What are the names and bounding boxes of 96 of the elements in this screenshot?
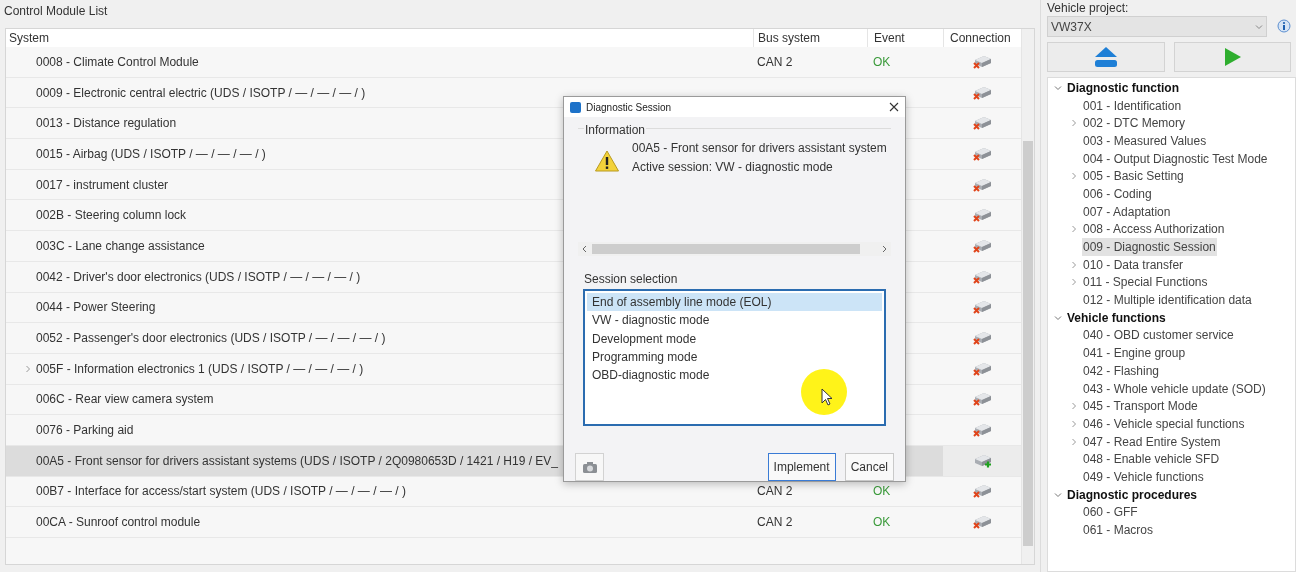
tree-item[interactable]: 046 - Vehicle special functions [1082,414,1246,433]
system-name[interactable]: 0042 - Driver's door electronics (UDS / ISOTP / — / — / — / ) [36,267,361,286]
system-name[interactable]: 00A5 - Front sensor for drivers assistant systems (UDS / ISOTP / 2Q0980653D / 1421 / H19 / EV_ [36,451,558,470]
group-label: Session selection [583,272,679,286]
expand-chevron-icon[interactable] [1070,278,1078,287]
tree-item[interactable]: 009 - Diagnostic Session [1082,238,1217,257]
system-name[interactable]: 006C - Rear view camera system [36,390,214,409]
play-icon [1223,47,1242,67]
tree-group[interactable]: Vehicle functions [1066,308,1167,327]
cancel-button[interactable]: Cancel [844,453,894,481]
eject-icon [1094,46,1118,68]
horizontal-scrollbar[interactable] [578,242,891,256]
system-name[interactable]: 003C - Lane change assistance [36,236,205,255]
tree-item[interactable]: 008 - Access Authorization [1082,220,1226,239]
system-name[interactable]: 0015 - Airbag (UDS / ISOTP / — / — / — / ) [36,144,266,163]
vehicle-project-dropdown[interactable]: VW37X [1047,16,1267,37]
tree-item[interactable]: 047 - Read Entire System [1082,432,1222,451]
tree-item[interactable]: 042 - Flashing [1082,361,1161,380]
event-status: OK [873,515,891,530]
column-header[interactable]: System [6,29,753,47]
system-name[interactable]: 0009 - Electronic central electric (UDS / ISOTP / — / — / — / ) [36,83,366,102]
panel-title: Control Module List [3,3,109,20]
tree-item[interactable]: 041 - Engine group [1082,344,1187,363]
tree-item[interactable]: 011 - Special Functions [1082,273,1209,292]
tree-item[interactable]: 040 - OBD customer service [1082,326,1235,345]
session-option[interactable]: End of assembly line mode (EOL) [587,293,882,312]
expand-chevron-icon[interactable] [1070,402,1078,411]
expand-chevron-icon[interactable] [1070,172,1078,181]
tree-item[interactable]: 061 - Macros [1082,521,1155,540]
tree-item[interactable]: 002 - DTC Memory [1082,114,1187,133]
bus-system: CAN 2 [757,53,793,71]
system-name[interactable]: 00B7 - Interface for access/start system (UDS / ISOTP / — / — / — / ) [36,482,406,501]
session-option[interactable]: VW - diagnostic mode [587,311,882,330]
eject-button[interactable] [1047,42,1165,72]
info-text: Active session: VW - diagnostic mode [632,159,834,177]
tree-item[interactable]: 001 - Identification [1082,96,1183,115]
collapse-chevron-icon[interactable] [1054,83,1062,92]
session-option[interactable]: Programming mode [587,347,882,367]
system-name[interactable]: 002B - Steering column lock [36,206,187,225]
camera-button[interactable] [575,453,604,481]
session-listbox[interactable]: End of assembly line mode (EOL) VW - diagnostic mode Development mode Programming mode OBD-diagnostic mode [583,289,886,426]
tree-item[interactable]: 010 - Data transfer [1082,255,1185,274]
dialog-title: Diagnostic Session [586,100,673,115]
tree-item[interactable]: 006 - Coding [1082,184,1153,203]
system-name[interactable]: 0013 - Distance regulation [36,114,177,133]
close-icon[interactable] [889,102,899,112]
tree-item[interactable]: 007 - Adaptation [1082,202,1172,221]
expand-chevron-icon[interactable] [1070,119,1078,128]
tree-item[interactable]: 005 - Basic Setting [1082,167,1185,186]
system-name[interactable]: 0017 - instrument cluster [36,175,169,194]
collapse-chevron-icon[interactable] [1054,313,1062,322]
expand-chevron-icon[interactable] [24,364,32,373]
scroll-right-icon[interactable] [880,245,888,253]
app-icon [570,101,581,113]
tree-item[interactable]: 060 - GFF [1082,503,1139,522]
scrollbar-thumb[interactable] [1023,141,1033,546]
system-name[interactable]: 0052 - Passenger's door electronics (UDS / ISOTP / — / — / — / ) [36,329,386,348]
expand-chevron-icon[interactable] [1070,437,1078,446]
tree-item[interactable]: 049 - Vehicle functions [1082,467,1205,486]
info-text: 00A5 - Front sensor for drivers assistant system [632,140,887,158]
column-header[interactable]: Bus system [753,29,867,47]
run-button[interactable] [1174,42,1291,72]
session-option[interactable]: OBD-diagnostic mode [587,366,882,385]
implement-button[interactable]: Implement [767,453,836,481]
expand-chevron-icon[interactable] [1070,260,1078,269]
session-option[interactable]: Development mode [587,329,882,348]
warning-icon [594,149,620,174]
system-name[interactable]: 00CA - Sunroof control module [36,513,201,532]
tree-item[interactable]: 043 - Whole vehicle update (SOD) [1082,379,1267,398]
event-status: OK [873,54,891,69]
tree-item[interactable]: 048 - Enable vehicle SFD [1082,450,1221,469]
tree-item[interactable]: 045 - Transport Mode [1082,397,1199,416]
bus-system: CAN 2 [757,514,793,532]
field-label: Vehicle project: [1047,0,1130,16]
expand-chevron-icon[interactable] [1070,225,1078,234]
bus-system: CAN 2 [757,483,793,501]
column-header[interactable]: Event [867,29,943,47]
tree-item[interactable]: 004 - Output Diagnostic Test Mode [1082,149,1269,168]
camera-icon [581,460,598,474]
scroll-left-icon[interactable] [581,245,589,253]
tree-group[interactable]: Diagnostic procedures [1066,485,1199,504]
cursor-highlight [800,368,848,416]
tree-item[interactable]: 003 - Measured Values [1082,131,1208,150]
info-icon[interactable] [1277,18,1291,35]
system-name[interactable]: 0008 - Climate Control Module [36,52,199,71]
collapse-chevron-icon[interactable] [1054,490,1062,499]
system-name[interactable]: 0044 - Power Steering [36,298,156,317]
tree-group[interactable]: Diagnostic function [1066,78,1180,97]
dropdown-caret-icon [1255,23,1263,30]
system-name[interactable]: 0076 - Parking aid [36,421,134,440]
system-name[interactable]: 005F - Information electronics 1 (UDS / ISOTP / — / — / — / ) [36,359,364,378]
event-status: OK [873,484,891,499]
scrollbar-thumb[interactable] [592,244,860,254]
expand-chevron-icon[interactable] [1070,419,1078,428]
tree-item[interactable]: 012 - Multiple identification data [1082,291,1253,310]
vertical-scrollbar[interactable] [1021,29,1034,564]
